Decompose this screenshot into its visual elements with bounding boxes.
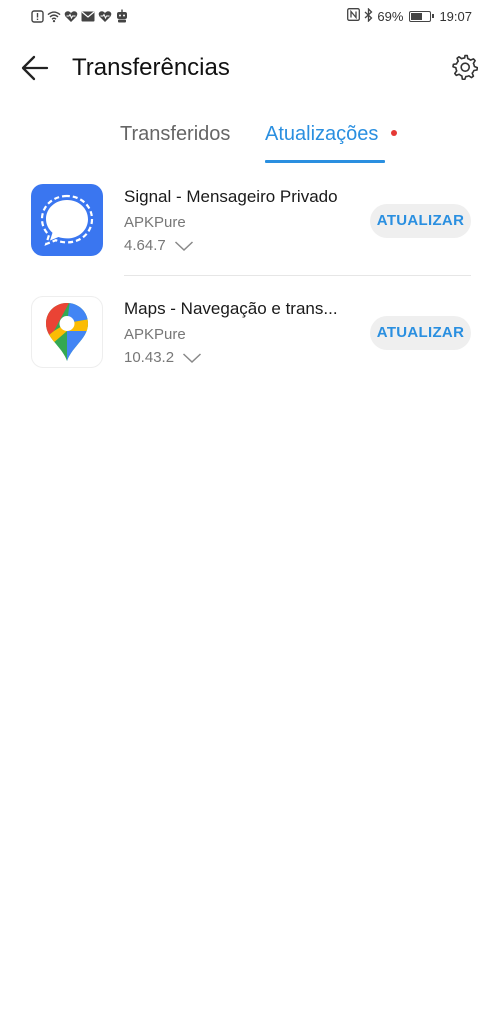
alert-icon xyxy=(30,9,44,23)
heart-icon xyxy=(64,9,78,23)
battery-icon xyxy=(409,10,435,22)
battery-percent: 69% xyxy=(377,8,404,24)
settings-button[interactable] xyxy=(450,52,480,82)
tab-bar: Transferidos Atualizações xyxy=(0,118,502,166)
clock: 19:07 xyxy=(439,8,472,24)
status-bar: 69% 19:07 xyxy=(0,0,502,32)
mail-icon xyxy=(81,9,95,23)
status-left-icons xyxy=(30,8,129,24)
app-version-toggle[interactable]: 4.64.7 xyxy=(124,236,194,256)
notification-dot xyxy=(391,130,397,136)
chevron-down-icon xyxy=(183,353,202,364)
list-item[interactable]: Maps - Navegação e trans... APKPure 10.4… xyxy=(0,288,502,388)
app-name: Signal - Mensageiro Privado xyxy=(124,187,338,206)
battery-level xyxy=(411,12,423,20)
signal-icon xyxy=(31,184,103,256)
tab-transferidos[interactable]: Transferidos xyxy=(120,118,230,150)
chevron-down-icon xyxy=(174,241,193,252)
nfc-icon xyxy=(347,8,361,24)
wifi-icon xyxy=(47,9,61,23)
update-button[interactable]: ATUALIZAR xyxy=(370,204,471,238)
version-number: 10.43.2 xyxy=(124,349,175,366)
page-title: Transferências xyxy=(72,54,230,81)
divider xyxy=(124,275,471,276)
bluetooth-icon xyxy=(364,6,373,25)
status-right: 69% 19:07 xyxy=(347,6,472,25)
version-number: 4.64.7 xyxy=(124,237,166,254)
app-name: Maps - Navegação e trans... xyxy=(124,299,338,318)
gear-icon xyxy=(452,54,478,80)
tab-atualizacoes[interactable]: Atualizações xyxy=(265,118,378,150)
back-button[interactable] xyxy=(18,52,52,84)
app-source: APKPure xyxy=(124,326,186,343)
heart-icon xyxy=(98,9,112,23)
app-source: APKPure xyxy=(124,214,186,231)
robot-icon xyxy=(115,9,129,23)
maps-pin-icon xyxy=(31,296,103,368)
list-item[interactable]: Signal - Mensageiro Privado APKPure 4.64… xyxy=(0,176,502,276)
arrow-left-icon xyxy=(21,55,49,81)
active-tab-indicator xyxy=(265,160,385,163)
app-bar: Transferências xyxy=(0,40,502,96)
update-button[interactable]: ATUALIZAR xyxy=(370,316,471,350)
app-version-toggle[interactable]: 10.43.2 xyxy=(124,348,202,368)
